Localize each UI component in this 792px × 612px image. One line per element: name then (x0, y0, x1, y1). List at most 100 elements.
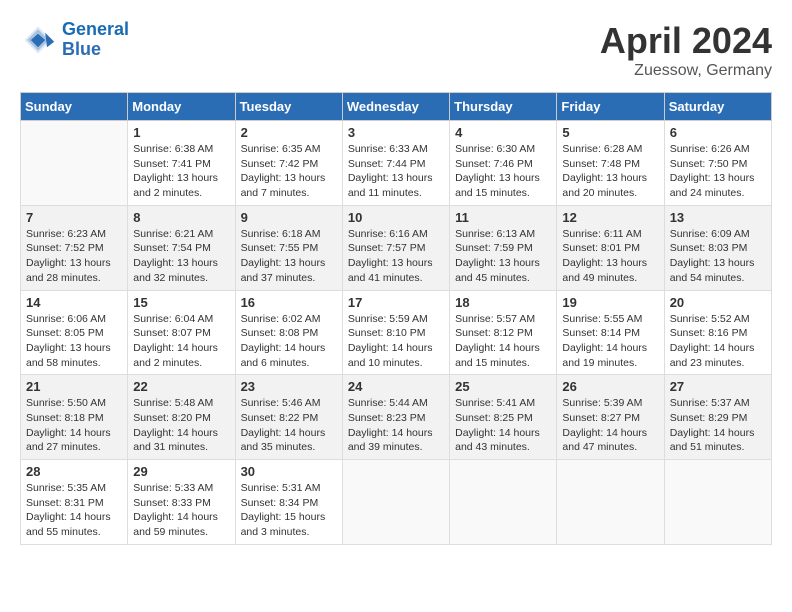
daylight-text: Daylight: 14 hours and 55 minutes. (26, 510, 122, 539)
day-info: Sunrise: 6:04 AMSunset: 8:07 PMDaylight:… (133, 312, 229, 371)
sunset-text: Sunset: 8:29 PM (670, 411, 766, 426)
calendar-cell: 9Sunrise: 6:18 AMSunset: 7:55 PMDaylight… (235, 205, 342, 290)
sunrise-text: Sunrise: 5:33 AM (133, 481, 229, 496)
day-number: 17 (348, 295, 444, 310)
sunrise-text: Sunrise: 6:21 AM (133, 227, 229, 242)
sunrise-text: Sunrise: 6:13 AM (455, 227, 551, 242)
calendar-cell: 28Sunrise: 5:35 AMSunset: 8:31 PMDayligh… (21, 460, 128, 545)
calendar-cell: 29Sunrise: 5:33 AMSunset: 8:33 PMDayligh… (128, 460, 235, 545)
day-info: Sunrise: 6:11 AMSunset: 8:01 PMDaylight:… (562, 227, 658, 286)
calendar-week-row: 14Sunrise: 6:06 AMSunset: 8:05 PMDayligh… (21, 290, 772, 375)
logo-line2: Blue (62, 39, 101, 59)
calendar-cell: 3 Sunrise: 6:33 AMSunset: 7:44 PMDaylight… (342, 121, 449, 206)
day-number: 20 (670, 295, 766, 310)
day-number: 7 (26, 210, 122, 225)
calendar-cell (450, 460, 557, 545)
day-number: 13 (670, 210, 766, 225)
day-number: 24 (348, 379, 444, 394)
calendar-week-row: 28Sunrise: 5:35 AMSunset: 8:31 PMDayligh… (21, 460, 772, 545)
sunrise-text: Sunrise: 6:35 AM (241, 142, 337, 157)
calendar-cell (557, 460, 664, 545)
day-info: Sunrise: 5:48 AMSunset: 8:20 PMDaylight:… (133, 396, 229, 455)
day-number: 15 (133, 295, 229, 310)
sunset-text: Sunset: 8:25 PM (455, 411, 551, 426)
daylight-text: Daylight: 14 hours and 47 minutes. (562, 426, 658, 455)
daylight-text: Daylight: 13 hours and 2 minutes. (133, 171, 229, 200)
sunset-text: Sunset: 7:46 PM (455, 157, 551, 172)
day-info: Sunrise: 6:38 AMSunset: 7:41 PMDaylight:… (133, 142, 229, 201)
sunset-text: Sunset: 8:05 PM (26, 326, 122, 341)
day-number: 1 (133, 125, 229, 140)
day-info: Sunrise: 6:13 AMSunset: 7:59 PMDaylight:… (455, 227, 551, 286)
weekday-header-wednesday: Wednesday (342, 93, 449, 121)
sunset-text: Sunset: 8:34 PM (241, 496, 337, 511)
day-info: Sunrise: 6:33 AMSunset: 7:44 PMDaylight:… (348, 142, 444, 201)
logo-icon (20, 22, 56, 58)
day-info: Sunrise: 6:28 AMSunset: 7:48 PMDaylight:… (562, 142, 658, 201)
daylight-text: Daylight: 13 hours and 15 minutes. (455, 171, 551, 200)
sunrise-text: Sunrise: 5:35 AM (26, 481, 122, 496)
sunset-text: Sunset: 8:07 PM (133, 326, 229, 341)
daylight-text: Daylight: 14 hours and 27 minutes. (26, 426, 122, 455)
weekday-header-row: SundayMondayTuesdayWednesdayThursdayFrid… (21, 93, 772, 121)
sunrise-text: Sunrise: 6:23 AM (26, 227, 122, 242)
day-number: 23 (241, 379, 337, 394)
daylight-text: Daylight: 13 hours and 24 minutes. (670, 171, 766, 200)
day-number: 27 (670, 379, 766, 394)
calendar-cell: 26Sunrise: 5:39 AMSunset: 8:27 PMDayligh… (557, 375, 664, 460)
sunset-text: Sunset: 7:48 PM (562, 157, 658, 172)
weekday-header-thursday: Thursday (450, 93, 557, 121)
sunrise-text: Sunrise: 5:55 AM (562, 312, 658, 327)
day-info: Sunrise: 6:23 AMSunset: 7:52 PMDaylight:… (26, 227, 122, 286)
daylight-text: Daylight: 13 hours and 49 minutes. (562, 256, 658, 285)
weekday-header-friday: Friday (557, 93, 664, 121)
day-number: 19 (562, 295, 658, 310)
calendar-cell: 23Sunrise: 5:46 AMSunset: 8:22 PMDayligh… (235, 375, 342, 460)
calendar-cell: 21Sunrise: 5:50 AMSunset: 8:18 PMDayligh… (21, 375, 128, 460)
calendar-week-row: 21Sunrise: 5:50 AMSunset: 8:18 PMDayligh… (21, 375, 772, 460)
sunrise-text: Sunrise: 5:41 AM (455, 396, 551, 411)
sunset-text: Sunset: 8:16 PM (670, 326, 766, 341)
sunset-text: Sunset: 7:41 PM (133, 157, 229, 172)
calendar-cell: 15 Sunrise: 6:04 AMSunset: 8:07 PMDayligh… (128, 290, 235, 375)
day-info: Sunrise: 6:35 AMSunset: 7:42 PMDaylight:… (241, 142, 337, 201)
day-info: Sunrise: 5:41 AMSunset: 8:25 PMDaylight:… (455, 396, 551, 455)
calendar-week-row: 1 Sunrise: 6:38 AMSunset: 7:41 PMDaylight… (21, 121, 772, 206)
page-header: General Blue April 2024 Zuessow, Germany (20, 20, 772, 80)
daylight-text: Daylight: 14 hours and 31 minutes. (133, 426, 229, 455)
sunrise-text: Sunrise: 5:57 AM (455, 312, 551, 327)
day-number: 9 (241, 210, 337, 225)
sunset-text: Sunset: 7:50 PM (670, 157, 766, 172)
calendar-cell: 10 Sunrise: 6:16 AMSunset: 7:57 PMDayligh… (342, 205, 449, 290)
sunrise-text: Sunrise: 6:33 AM (348, 142, 444, 157)
day-number: 3 (348, 125, 444, 140)
sunrise-text: Sunrise: 5:59 AM (348, 312, 444, 327)
calendar-cell (664, 460, 771, 545)
logo-text: General Blue (62, 20, 129, 60)
day-info: Sunrise: 5:33 AMSunset: 8:33 PMDaylight:… (133, 481, 229, 540)
sunset-text: Sunset: 8:18 PM (26, 411, 122, 426)
calendar-cell: 19 Sunrise: 5:55 AMSunset: 8:14 PMDayligh… (557, 290, 664, 375)
weekday-header-saturday: Saturday (664, 93, 771, 121)
day-number: 10 (348, 210, 444, 225)
day-info: Sunrise: 6:16 AMSunset: 7:57 PMDaylight:… (348, 227, 444, 286)
daylight-text: Daylight: 14 hours and 23 minutes. (670, 341, 766, 370)
day-info: Sunrise: 5:55 AMSunset: 8:14 PMDaylight:… (562, 312, 658, 371)
sunset-text: Sunset: 7:55 PM (241, 241, 337, 256)
daylight-text: Daylight: 14 hours and 39 minutes. (348, 426, 444, 455)
calendar-week-row: 7 Sunrise: 6:23 AMSunset: 7:52 PMDaylight… (21, 205, 772, 290)
location-subtitle: Zuessow, Germany (600, 62, 772, 80)
day-info: Sunrise: 5:35 AMSunset: 8:31 PMDaylight:… (26, 481, 122, 540)
daylight-text: Daylight: 13 hours and 54 minutes. (670, 256, 766, 285)
sunrise-text: Sunrise: 6:04 AM (133, 312, 229, 327)
day-info: Sunrise: 5:44 AMSunset: 8:23 PMDaylight:… (348, 396, 444, 455)
weekday-header-sunday: Sunday (21, 93, 128, 121)
daylight-text: Daylight: 13 hours and 20 minutes. (562, 171, 658, 200)
day-number: 18 (455, 295, 551, 310)
day-number: 22 (133, 379, 229, 394)
daylight-text: Daylight: 14 hours and 15 minutes. (455, 341, 551, 370)
calendar-cell: 18Sunrise: 5:57 AMSunset: 8:12 PMDayligh… (450, 290, 557, 375)
sunrise-text: Sunrise: 5:46 AM (241, 396, 337, 411)
daylight-text: Daylight: 14 hours and 43 minutes. (455, 426, 551, 455)
sunset-text: Sunset: 7:59 PM (455, 241, 551, 256)
